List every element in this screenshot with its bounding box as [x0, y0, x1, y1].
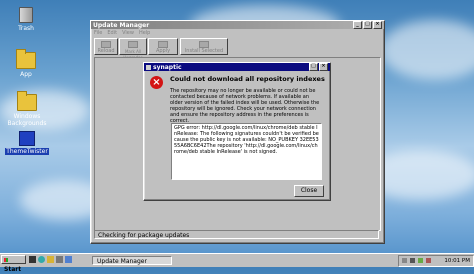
desktop-icon-label: Trash [18, 25, 34, 32]
menu-file[interactable]: File [94, 29, 102, 37]
start-logo-icon [4, 258, 8, 262]
menu-bar: File Edit View Help [91, 29, 384, 37]
install-icon [199, 41, 209, 48]
browser-icon[interactable] [38, 256, 45, 263]
volume-icon[interactable] [410, 258, 415, 263]
dialog-titlebar[interactable]: synaptic □ × [144, 63, 330, 71]
cloud [380, 20, 474, 80]
desktop-icon-label: App [20, 71, 32, 78]
maximize-button[interactable]: □ [363, 21, 372, 29]
window-title: Update Manager [93, 21, 150, 29]
error-details-box[interactable]: GPG error: http://dl.google.com/linux/ch… [171, 123, 322, 180]
desktop-icon-app[interactable]: App [6, 49, 46, 78]
folder-icon [17, 91, 37, 111]
dialog-message: The repository may no longer be availabl… [170, 88, 320, 124]
theme-twister-icon [19, 131, 35, 146]
close-button[interactable]: Close [294, 185, 324, 197]
network-icon[interactable] [402, 258, 407, 263]
toolbar: Reload Mark All Upgrades Apply Install S… [94, 38, 381, 60]
error-details-text: GPG error: http://dl.google.com/linux/ch… [174, 125, 319, 155]
reload-button[interactable]: Reload [94, 38, 118, 55]
status-bar: Checking for package updates [94, 230, 379, 239]
desktop-icon-trash[interactable]: Trash [6, 7, 46, 32]
minimize-button[interactable]: _ [353, 21, 362, 29]
update-manager-titlebar[interactable]: Update Manager _ □ × [91, 21, 384, 29]
menu-edit[interactable]: Edit [107, 29, 117, 37]
editor-icon[interactable] [65, 256, 72, 263]
taskbar: Start Update Manager 10:01 PM [0, 253, 474, 273]
desktop-icon-windows-backgrounds[interactable]: Windows Backgrounds [5, 91, 49, 127]
mark-all-upgrades-button[interactable]: Mark All Upgrades [119, 38, 147, 60]
install-selected-button[interactable]: Install Selected [180, 38, 228, 55]
error-dialog: synaptic □ × × Could not download all re… [143, 62, 331, 201]
dialog-heading: Could not download all repository indexe… [170, 75, 325, 83]
desktop-icon-label: ThemeTwister [5, 148, 49, 155]
reload-icon [101, 41, 111, 48]
apply-button[interactable]: Apply [148, 38, 178, 55]
file-manager-icon[interactable] [47, 256, 54, 263]
error-icon: × [150, 76, 163, 89]
status-text: Checking for package updates [98, 232, 190, 239]
quick-launch [29, 256, 72, 263]
settings-icon[interactable] [56, 256, 63, 263]
dialog-maximize-button[interactable]: □ [309, 63, 318, 71]
dialog-close-button[interactable]: × [319, 63, 328, 71]
app-icon [146, 64, 151, 70]
start-button[interactable]: Start [1, 255, 26, 273]
mark-upgrades-icon [128, 41, 138, 48]
security-icon[interactable] [418, 258, 423, 263]
folder-icon [16, 49, 36, 69]
close-window-button[interactable]: × [373, 21, 382, 29]
clock[interactable]: 10:01 PM [444, 257, 470, 265]
menu-help[interactable]: Help [139, 29, 150, 37]
trash-icon [19, 7, 33, 23]
desktop-icon-themetwister[interactable]: ThemeTwister [5, 131, 49, 155]
apply-icon [158, 41, 168, 48]
desktop-icon-label: Windows Backgrounds [7, 113, 47, 127]
menu-view[interactable]: View [122, 29, 134, 37]
system-tray: 10:01 PM [398, 255, 474, 267]
terminal-icon[interactable] [29, 256, 36, 263]
dialog-title: synaptic [153, 63, 182, 71]
monitor-icon[interactable] [426, 258, 431, 263]
taskbar-window-update-manager[interactable]: Update Manager [92, 256, 172, 265]
